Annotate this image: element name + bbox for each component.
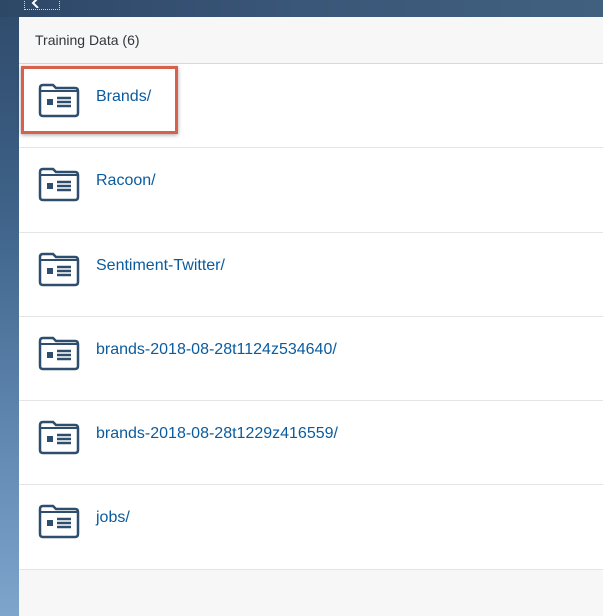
top-bar bbox=[0, 0, 603, 17]
panel-title: Training Data (6) bbox=[35, 32, 140, 48]
folder-document-icon bbox=[38, 420, 80, 455]
list-item-jobs[interactable]: jobs/ bbox=[19, 485, 603, 570]
panel-footer bbox=[19, 569, 603, 616]
list-item-label[interactable]: Racoon/ bbox=[96, 172, 156, 190]
list-item-label[interactable]: brands-2018-08-28t1124z534640/ bbox=[96, 341, 337, 359]
list-item-label[interactable]: Sentiment-Twitter/ bbox=[96, 257, 225, 275]
list-item-brands[interactable]: Brands/ bbox=[19, 64, 603, 149]
list-item-label[interactable]: brands-2018-08-28t1229z416559/ bbox=[96, 425, 338, 443]
training-data-panel: Training Data (6) Brands/ Racoon/ Sentim… bbox=[19, 17, 603, 616]
training-data-list: Brands/ Racoon/ Sentiment-Twitter/ brand… bbox=[19, 64, 603, 570]
folder-document-icon bbox=[38, 252, 80, 286]
back-button[interactable] bbox=[24, 0, 60, 10]
list-item-brands-1124[interactable]: brands-2018-08-28t1124z534640/ bbox=[19, 316, 603, 402]
chevron-left-icon bbox=[31, 0, 39, 8]
list-item-label[interactable]: Brands/ bbox=[96, 88, 151, 106]
folder-document-icon bbox=[38, 83, 80, 118]
list-item-racoon[interactable]: Racoon/ bbox=[19, 148, 603, 233]
folder-document-icon bbox=[38, 505, 80, 539]
folder-document-icon bbox=[38, 336, 80, 371]
list-item-brands-1229[interactable]: brands-2018-08-28t1229z416559/ bbox=[19, 401, 603, 486]
folder-document-icon bbox=[38, 168, 80, 202]
list-item-label[interactable]: jobs/ bbox=[96, 509, 130, 527]
panel-header: Training Data (6) bbox=[19, 17, 603, 64]
list-item-sentiment-twitter[interactable]: Sentiment-Twitter/ bbox=[19, 232, 603, 317]
